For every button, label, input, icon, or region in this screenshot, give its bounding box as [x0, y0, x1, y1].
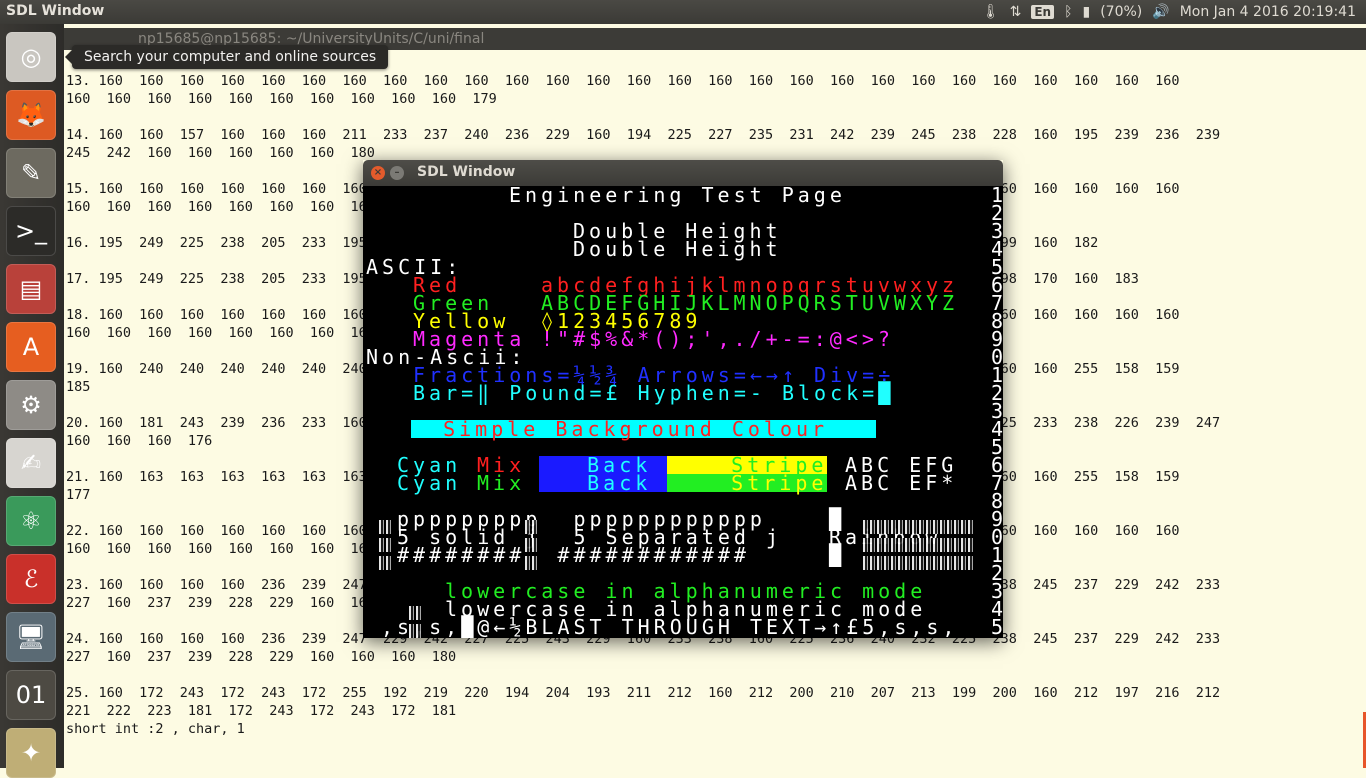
minimize-button[interactable]: – — [390, 166, 404, 180]
mosaic-graphic — [379, 520, 393, 534]
top-panel: SDL Window 🌡 ⇅ En ᛒ ▮ (70%) 🔊 Mon Jan 4 … — [0, 0, 1366, 24]
teletext-text: !"#$%&*();',./+-=:@<>? — [541, 327, 894, 351]
gimp-icon[interactable]: ✎ — [6, 148, 56, 198]
teletext-row: Simple Background Colour 4 — [363, 417, 1003, 441]
teletext-row: ,s,s,█@←½BLAST THROUGH TEXT→↑£5,s,s, 5 — [363, 615, 1003, 638]
thermometer-icon[interactable]: 🌡 — [982, 4, 1000, 20]
mosaic-graphic — [525, 538, 539, 552]
teletext-text: ######## ############ — [397, 543, 750, 567]
row-number: 5 — [990, 615, 1003, 638]
dash-home-icon[interactable]: ◎ — [6, 32, 56, 82]
files-icon[interactable]: ▤ — [6, 264, 56, 314]
keyboard-layout-indicator[interactable]: En — [1031, 5, 1055, 19]
sdl-window[interactable]: × – SDL Window Engineering Test Page 1 2 Do… — [363, 160, 1003, 638]
indicator-area: 🌡 ⇅ En ᛒ ▮ (70%) 🔊 Mon Jan 4 2016 20:19:… — [982, 0, 1356, 24]
mosaic-graphic — [863, 538, 973, 552]
teletext-display: Engineering Test Page 1 2 Double Height 3 Dou… — [363, 186, 1003, 638]
mosaic-graphic — [379, 538, 393, 552]
sdl-titlebar[interactable]: × – SDL Window — [363, 160, 1003, 186]
teletext-row: Engineering Test Page 1 — [363, 186, 1003, 207]
mosaic-graphic — [863, 520, 973, 534]
teletext-text: Mix — [477, 471, 526, 495]
battery-percentage[interactable]: (70%) — [1100, 4, 1142, 20]
teletext-text: █ — [829, 543, 846, 567]
teletext-text: ,s,s,█@←½BLAST THROUGH TEXT→↑£5,s,s, — [381, 615, 959, 638]
mosaic-graphic — [525, 556, 539, 570]
sdl-window-title: SDL Window — [417, 164, 516, 180]
teletext-text: Simple Background Colour — [411, 417, 877, 441]
terminal-line: short int :2 , char, 1 — [66, 721, 245, 737]
mosaic-graphic — [409, 606, 423, 620]
text-editor-icon[interactable]: ✍ — [6, 438, 56, 488]
terminal-icon[interactable]: >_ — [6, 206, 56, 256]
binary-app-icon[interactable]: 01 — [6, 670, 56, 720]
close-button[interactable]: × — [371, 166, 385, 180]
mosaic-graphic — [379, 556, 393, 570]
mosaic-graphic — [863, 556, 973, 570]
teletext-text: Stripe — [667, 471, 828, 495]
terminal-line: 160 160 160 160 160 160 160 160 160 160 … — [66, 91, 497, 107]
launcher-tooltip: Search your computer and online sources — [64, 45, 389, 69]
terminal-line: 13. 160 160 160 160 160 160 160 160 160 … — [66, 73, 1180, 89]
teletext-text: Engineering Test Page — [509, 186, 846, 207]
software-center-icon[interactable]: A — [6, 322, 56, 372]
network-icon[interactable]: ⇅ — [1010, 4, 1022, 20]
launcher: ◎ 🦊 ✎ >_ ▤ A ⚙ ✍ ⚛ ℰ 🖥 01 ✦ — [0, 24, 64, 778]
active-app-title: SDL Window — [6, 3, 105, 19]
atom-icon[interactable]: ⚛ — [6, 496, 56, 546]
firefox-icon[interactable]: 🦊 — [6, 90, 56, 140]
teletext-row: Cyan Mix Back Stripe ABC EF* 7 — [363, 471, 1003, 495]
teletext-text: Bar=‖ Pound=£ Hyphen=- Block=█ — [413, 381, 895, 405]
teletext-text: ABC EF* — [845, 471, 958, 495]
remote-desktop-icon[interactable]: 🖥 — [6, 612, 56, 662]
terminal-line: 25. 160 172 243 172 243 172 255 192 219 … — [66, 685, 1221, 701]
terminal-line: 221 222 223 181 172 243 172 243 172 181 — [66, 703, 457, 719]
mosaic-graphic — [409, 624, 423, 638]
teletext-row: Bar=‖ Pound=£ Hyphen=- Block=█ 2 — [363, 381, 1003, 405]
system-settings-icon[interactable]: ⚙ — [6, 380, 56, 430]
terminal-line: 227 160 237 239 228 229 160 160 160 180 — [66, 649, 457, 665]
terminal-line: 14. 160 160 157 160 160 160 211 233 237 … — [66, 127, 1221, 143]
clock[interactable]: Mon Jan 4 2016 20:19:41 — [1180, 4, 1356, 20]
teletext-text: Double Height — [573, 237, 782, 261]
misc-app-icon[interactable]: ✦ — [6, 728, 56, 778]
battery-icon[interactable]: ▮ — [1082, 4, 1090, 20]
pdf-reader-icon[interactable]: ℰ — [6, 554, 56, 604]
bluetooth-icon[interactable]: ᛒ — [1064, 4, 1072, 20]
teletext-text: Cyan — [397, 471, 462, 495]
volume-icon[interactable]: 🔊 — [1152, 4, 1169, 20]
mosaic-graphic — [525, 520, 539, 534]
teletext-text: Back — [539, 471, 668, 495]
